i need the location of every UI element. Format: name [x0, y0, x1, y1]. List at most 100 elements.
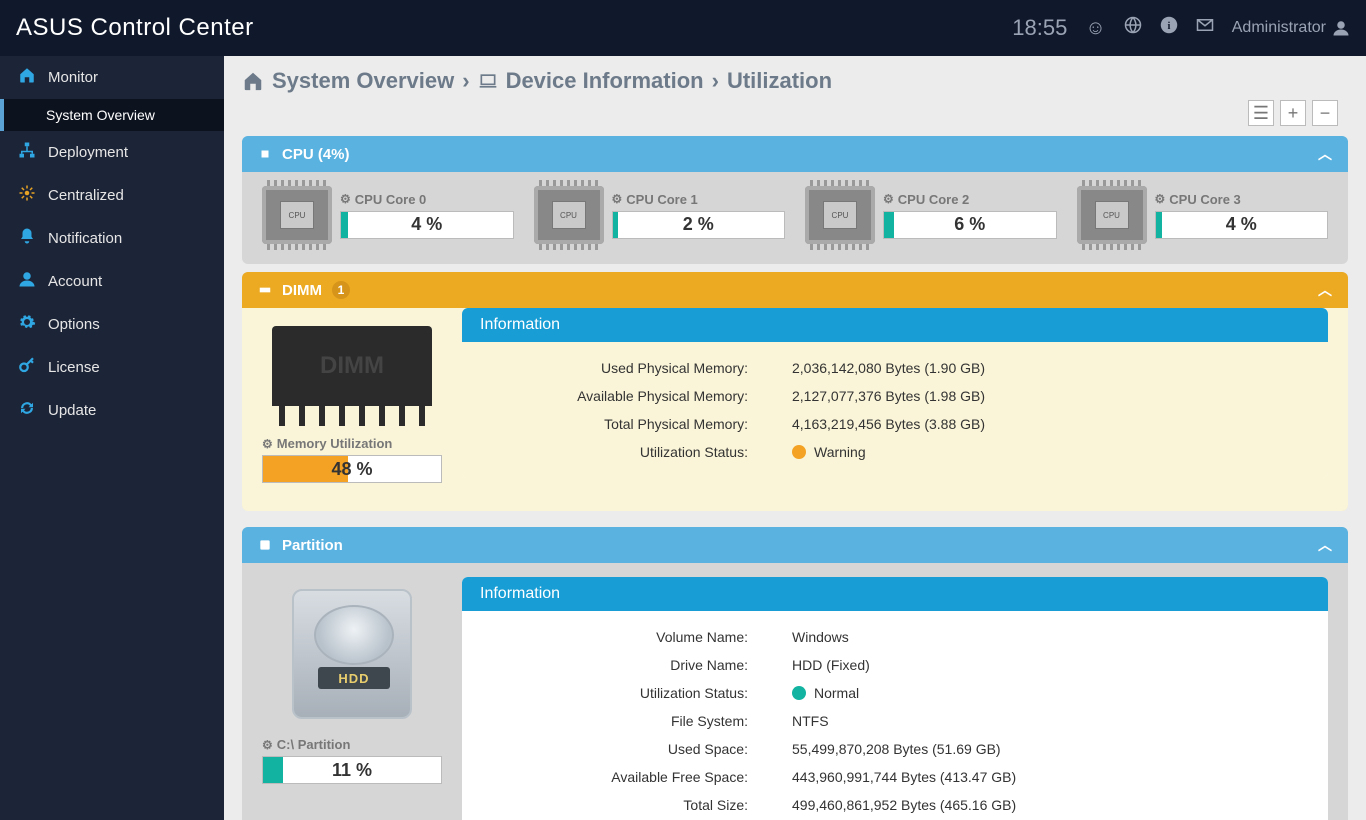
topbar: ASUS Control Center 18:55 ☺ i Administra… [0, 0, 1366, 56]
dimm-panel: DIMM 1 ︿ DIMM Memory Utilization 48 % [242, 272, 1348, 511]
dimm-icon [258, 283, 272, 297]
breadcrumb-utilization: Utilization [727, 68, 832, 94]
cpu-core-bar: 6 % [883, 211, 1057, 239]
cpu-core-bar: 4 % [1155, 211, 1329, 239]
hdd-image-icon: HDD [282, 589, 422, 729]
sidebar-subitem-system-overview[interactable]: System Overview [0, 99, 224, 131]
sidebar-item-label: License [48, 359, 100, 376]
dimm-panel-title: DIMM [282, 282, 322, 299]
cpu-core-label: CPU Core 0 [340, 192, 514, 207]
sidebar-item-centralized[interactable]: Centralized [0, 174, 224, 217]
cpu-chip-icon: CPU [805, 186, 875, 244]
partition-panel-header[interactable]: Partition ︿ [242, 527, 1348, 563]
cpu-core-value: 2 % [683, 214, 714, 235]
partition-info-box: Information Volume Name:WindowsDrive Nam… [462, 577, 1328, 820]
sidebar-item-label: Update [48, 402, 96, 419]
partition-meter-value: 11 % [332, 760, 372, 781]
cpu-core-value: 4 % [1226, 214, 1257, 235]
info-row: File System:NTFS [462, 707, 1328, 735]
chevron-up-icon[interactable]: ︿ [1318, 280, 1332, 300]
panel-toolbar: ☰ + − [1248, 100, 1338, 126]
target-icon [18, 184, 36, 207]
dimm-chip-icon: DIMM [272, 326, 432, 406]
partition-meter: HDD C:\ Partition 11 % [262, 577, 442, 784]
partition-meter-bar: 11 % [262, 756, 442, 784]
laptop-icon [478, 71, 498, 91]
gear-icon [18, 313, 36, 336]
chevron-up-icon[interactable]: ︿ [1318, 144, 1332, 164]
sidebar-item-options[interactable]: Options [0, 303, 224, 346]
info-icon[interactable]: i [1160, 16, 1178, 40]
cpu-core-3: CPUCPU Core 34 % [1077, 186, 1329, 244]
sidebar: Monitor System Overview Deployment Centr… [0, 56, 224, 820]
cpu-core-label: CPU Core 2 [883, 192, 1057, 207]
collapse-all-button[interactable]: − [1312, 100, 1338, 126]
globe-icon[interactable] [1124, 16, 1142, 40]
sidebar-item-update[interactable]: Update [0, 389, 224, 432]
chevron-right-icon: › [712, 68, 719, 94]
info-row: Used Space:55,499,870,208 Bytes (51.69 G… [462, 735, 1328, 763]
dimm-info-box: Information Used Physical Memory:2,036,1… [462, 308, 1328, 478]
admin-label: Administrator [1232, 19, 1326, 37]
expand-all-button[interactable]: + [1280, 100, 1306, 126]
dimm-panel-header[interactable]: DIMM 1 ︿ [242, 272, 1348, 308]
cpu-core-bar: 2 % [612, 211, 786, 239]
sidebar-item-account[interactable]: Account [0, 260, 224, 303]
dimm-meter-value: 48 % [331, 459, 372, 480]
info-row-status: Utilization Status:Warning [462, 438, 1328, 466]
clock: 18:55 [1012, 15, 1067, 41]
breadcrumb: System Overview › Device Information › U… [242, 66, 1348, 102]
info-row: Drive Name:HDD (Fixed) [462, 651, 1328, 679]
info-row: Available Free Space:443,960,991,744 Byt… [462, 763, 1328, 791]
status-dot-normal-icon [792, 686, 806, 700]
sidebar-item-label: Deployment [48, 144, 128, 161]
cpu-core-value: 4 % [411, 214, 442, 235]
brand-title: ASUS Control Center [16, 14, 254, 42]
breadcrumb-system-overview[interactable]: System Overview [272, 68, 454, 94]
cpu-core-value: 6 % [954, 214, 985, 235]
info-row: Available Physical Memory:2,127,077,376 … [462, 382, 1328, 410]
cpu-panel-title: CPU (4%) [282, 146, 350, 163]
sidebar-item-label: Notification [48, 230, 122, 247]
dimm-meter-bar: 48 % [262, 455, 442, 483]
sidebar-item-notification[interactable]: Notification [0, 217, 224, 260]
dimm-warning-badge: 1 [332, 281, 350, 299]
bell-icon [18, 227, 36, 250]
sidebar-item-deployment[interactable]: Deployment [0, 131, 224, 174]
mail-icon[interactable] [1196, 16, 1214, 40]
sidebar-item-license[interactable]: License [0, 346, 224, 389]
status-dot-warning-icon [792, 445, 806, 459]
refresh-icon [18, 399, 36, 422]
info-row: Used Physical Memory:2,036,142,080 Bytes… [462, 354, 1328, 382]
cpu-core-bar: 4 % [340, 211, 514, 239]
sidebar-item-label: Monitor [48, 69, 98, 86]
dimm-info-title: Information [462, 308, 1328, 342]
cpu-chip-icon: CPU [1077, 186, 1147, 244]
partition-info-title: Information [462, 577, 1328, 611]
sidebar-item-label: Centralized [48, 187, 124, 204]
partition-panel-title: Partition [282, 537, 343, 554]
cpu-chip-icon: CPU [534, 186, 604, 244]
dimm-meter-label: Memory Utilization [262, 436, 442, 451]
sidebar-item-monitor[interactable]: Monitor [0, 56, 224, 99]
admin-menu[interactable]: Administrator [1232, 19, 1350, 37]
chevron-up-icon[interactable]: ︿ [1318, 535, 1332, 555]
smile-icon[interactable]: ☺ [1085, 17, 1105, 40]
hdd-icon [258, 538, 272, 552]
home-icon [242, 70, 264, 92]
chevron-right-icon: › [462, 68, 469, 94]
cpu-panel-header[interactable]: CPU (4%) ︿ [242, 136, 1348, 172]
partition-meter-label: C:\ Partition [262, 737, 442, 752]
info-row: Total Physical Memory:4,163,219,456 Byte… [462, 410, 1328, 438]
sidebar-item-label: Account [48, 273, 102, 290]
user-icon [18, 270, 36, 293]
cpu-core-label: CPU Core 1 [612, 192, 786, 207]
cpu-icon [258, 147, 272, 161]
breadcrumb-device-information[interactable]: Device Information [506, 68, 704, 94]
cpu-chip-icon: CPU [262, 186, 332, 244]
sitemap-icon [18, 141, 36, 164]
svg-text:i: i [1167, 21, 1170, 32]
cpu-core-2: CPU CPU Core 2 6 % [805, 186, 1057, 244]
content-area: System Overview › Device Information › U… [224, 56, 1366, 820]
list-view-button[interactable]: ☰ [1248, 100, 1274, 126]
